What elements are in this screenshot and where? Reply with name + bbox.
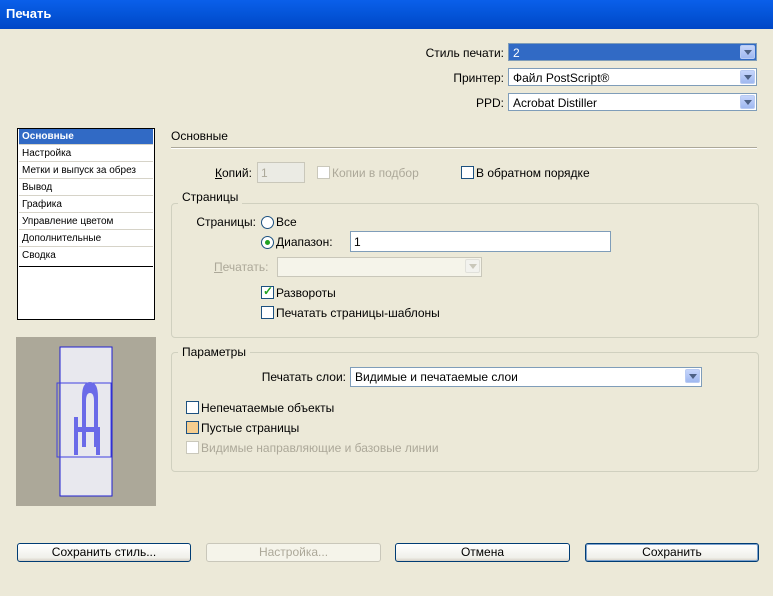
copies-value: 1 <box>261 166 268 180</box>
pages-label: Страницы: <box>196 215 256 229</box>
pages-range-radio[interactable] <box>261 236 274 249</box>
print-layers-value: Видимые и печатаемые слои <box>355 370 518 384</box>
checkmark-icon: ✓ <box>263 284 274 298</box>
pages-group-title: Страницы <box>178 190 243 204</box>
printer-value: Файл PostScript® <box>513 71 610 85</box>
title-bar[interactable]: Печать <box>0 0 773 29</box>
sidebar-item-summary[interactable]: Сводка <box>19 248 153 264</box>
ppd-label: PPD: <box>475 96 504 110</box>
collate-checkbox[interactable] <box>317 166 330 179</box>
pages-range-input[interactable]: 1 <box>350 231 611 252</box>
blank-pages-checkbox[interactable] <box>186 421 199 434</box>
sidebar-item-graphics[interactable]: Графика <box>19 197 153 213</box>
master-pages-label: Печатать страницы-шаблоны <box>276 306 440 320</box>
printer-label: Принтер: <box>453 71 504 85</box>
reverse-order-checkbox[interactable] <box>461 166 474 179</box>
pages-range-value: 1 <box>354 235 361 249</box>
chevron-down-icon[interactable] <box>740 95 755 109</box>
setup-button[interactable]: Настройка... <box>206 543 381 562</box>
print-layers-select[interactable]: Видимые и печатаемые слои <box>350 367 702 387</box>
print-sequence-select[interactable] <box>277 257 482 277</box>
spreads-label: Развороты <box>276 286 336 300</box>
pages-range-label: Диапазон: <box>276 235 333 249</box>
save-style-button[interactable]: Сохранить стиль... <box>17 543 191 562</box>
chevron-down-icon[interactable] <box>465 259 480 273</box>
sidebar-item-general[interactable]: Основные <box>19 129 153 145</box>
options-group-title: Параметры <box>178 345 250 359</box>
reverse-order-label: В обратном порядке <box>476 166 590 180</box>
copies-label: Копий: <box>215 166 252 180</box>
chevron-down-icon[interactable] <box>740 70 755 84</box>
print-sequence-label: Печатать: <box>214 260 269 274</box>
sidebar-item-color-management[interactable]: Управление цветом <box>19 214 153 230</box>
sidebar-item-marks-bleed[interactable]: Метки и выпуск за обрез <box>19 163 153 179</box>
print-style-label: Стиль печати: <box>425 46 504 60</box>
chevron-down-icon[interactable] <box>740 45 755 59</box>
pages-all-radio[interactable] <box>261 216 274 229</box>
visible-guides-checkbox[interactable] <box>186 441 199 454</box>
print-style-value: 2 <box>513 46 520 60</box>
printer-select[interactable]: Файл PostScript® <box>508 68 757 86</box>
master-pages-checkbox[interactable] <box>261 306 274 319</box>
radio-selected-dot <box>265 240 270 245</box>
print-layers-label: Печатать слои: <box>261 370 346 384</box>
ppd-value: Acrobat Distiller <box>513 96 598 110</box>
nonprinting-objects-checkbox[interactable] <box>186 401 199 414</box>
page-preview-graphic <box>56 346 113 497</box>
page-preview <box>16 337 156 506</box>
cancel-button[interactable]: Отмена <box>395 543 570 562</box>
sidebar-item-setup[interactable]: Настройка <box>19 146 153 162</box>
blank-pages-label: Пустые страницы <box>201 421 300 435</box>
chevron-down-icon[interactable] <box>685 369 700 383</box>
sidebar-item-output[interactable]: Вывод <box>19 180 153 196</box>
section-divider <box>171 147 757 149</box>
sidebar-divider <box>19 266 153 267</box>
print-style-select[interactable]: 2 <box>508 43 757 61</box>
save-button[interactable]: Сохранить <box>585 543 759 562</box>
spreads-checkbox[interactable]: ✓ <box>261 284 274 299</box>
section-title: Основные <box>171 129 228 143</box>
sidebar: Основные Настройка Метки и выпуск за обр… <box>17 128 155 320</box>
pages-all-label: Все <box>276 215 297 229</box>
nonprinting-objects-label: Непечатаемые объекты <box>201 401 335 415</box>
ppd-select[interactable]: Acrobat Distiller <box>508 93 757 111</box>
collate-label: Копии в подбор <box>332 166 419 180</box>
sidebar-item-advanced[interactable]: Дополнительные <box>19 231 153 247</box>
visible-guides-label: Видимые направляющие и базовые линии <box>201 441 439 455</box>
window-title: Печать <box>6 6 52 21</box>
copies-input[interactable]: 1 <box>257 162 305 183</box>
